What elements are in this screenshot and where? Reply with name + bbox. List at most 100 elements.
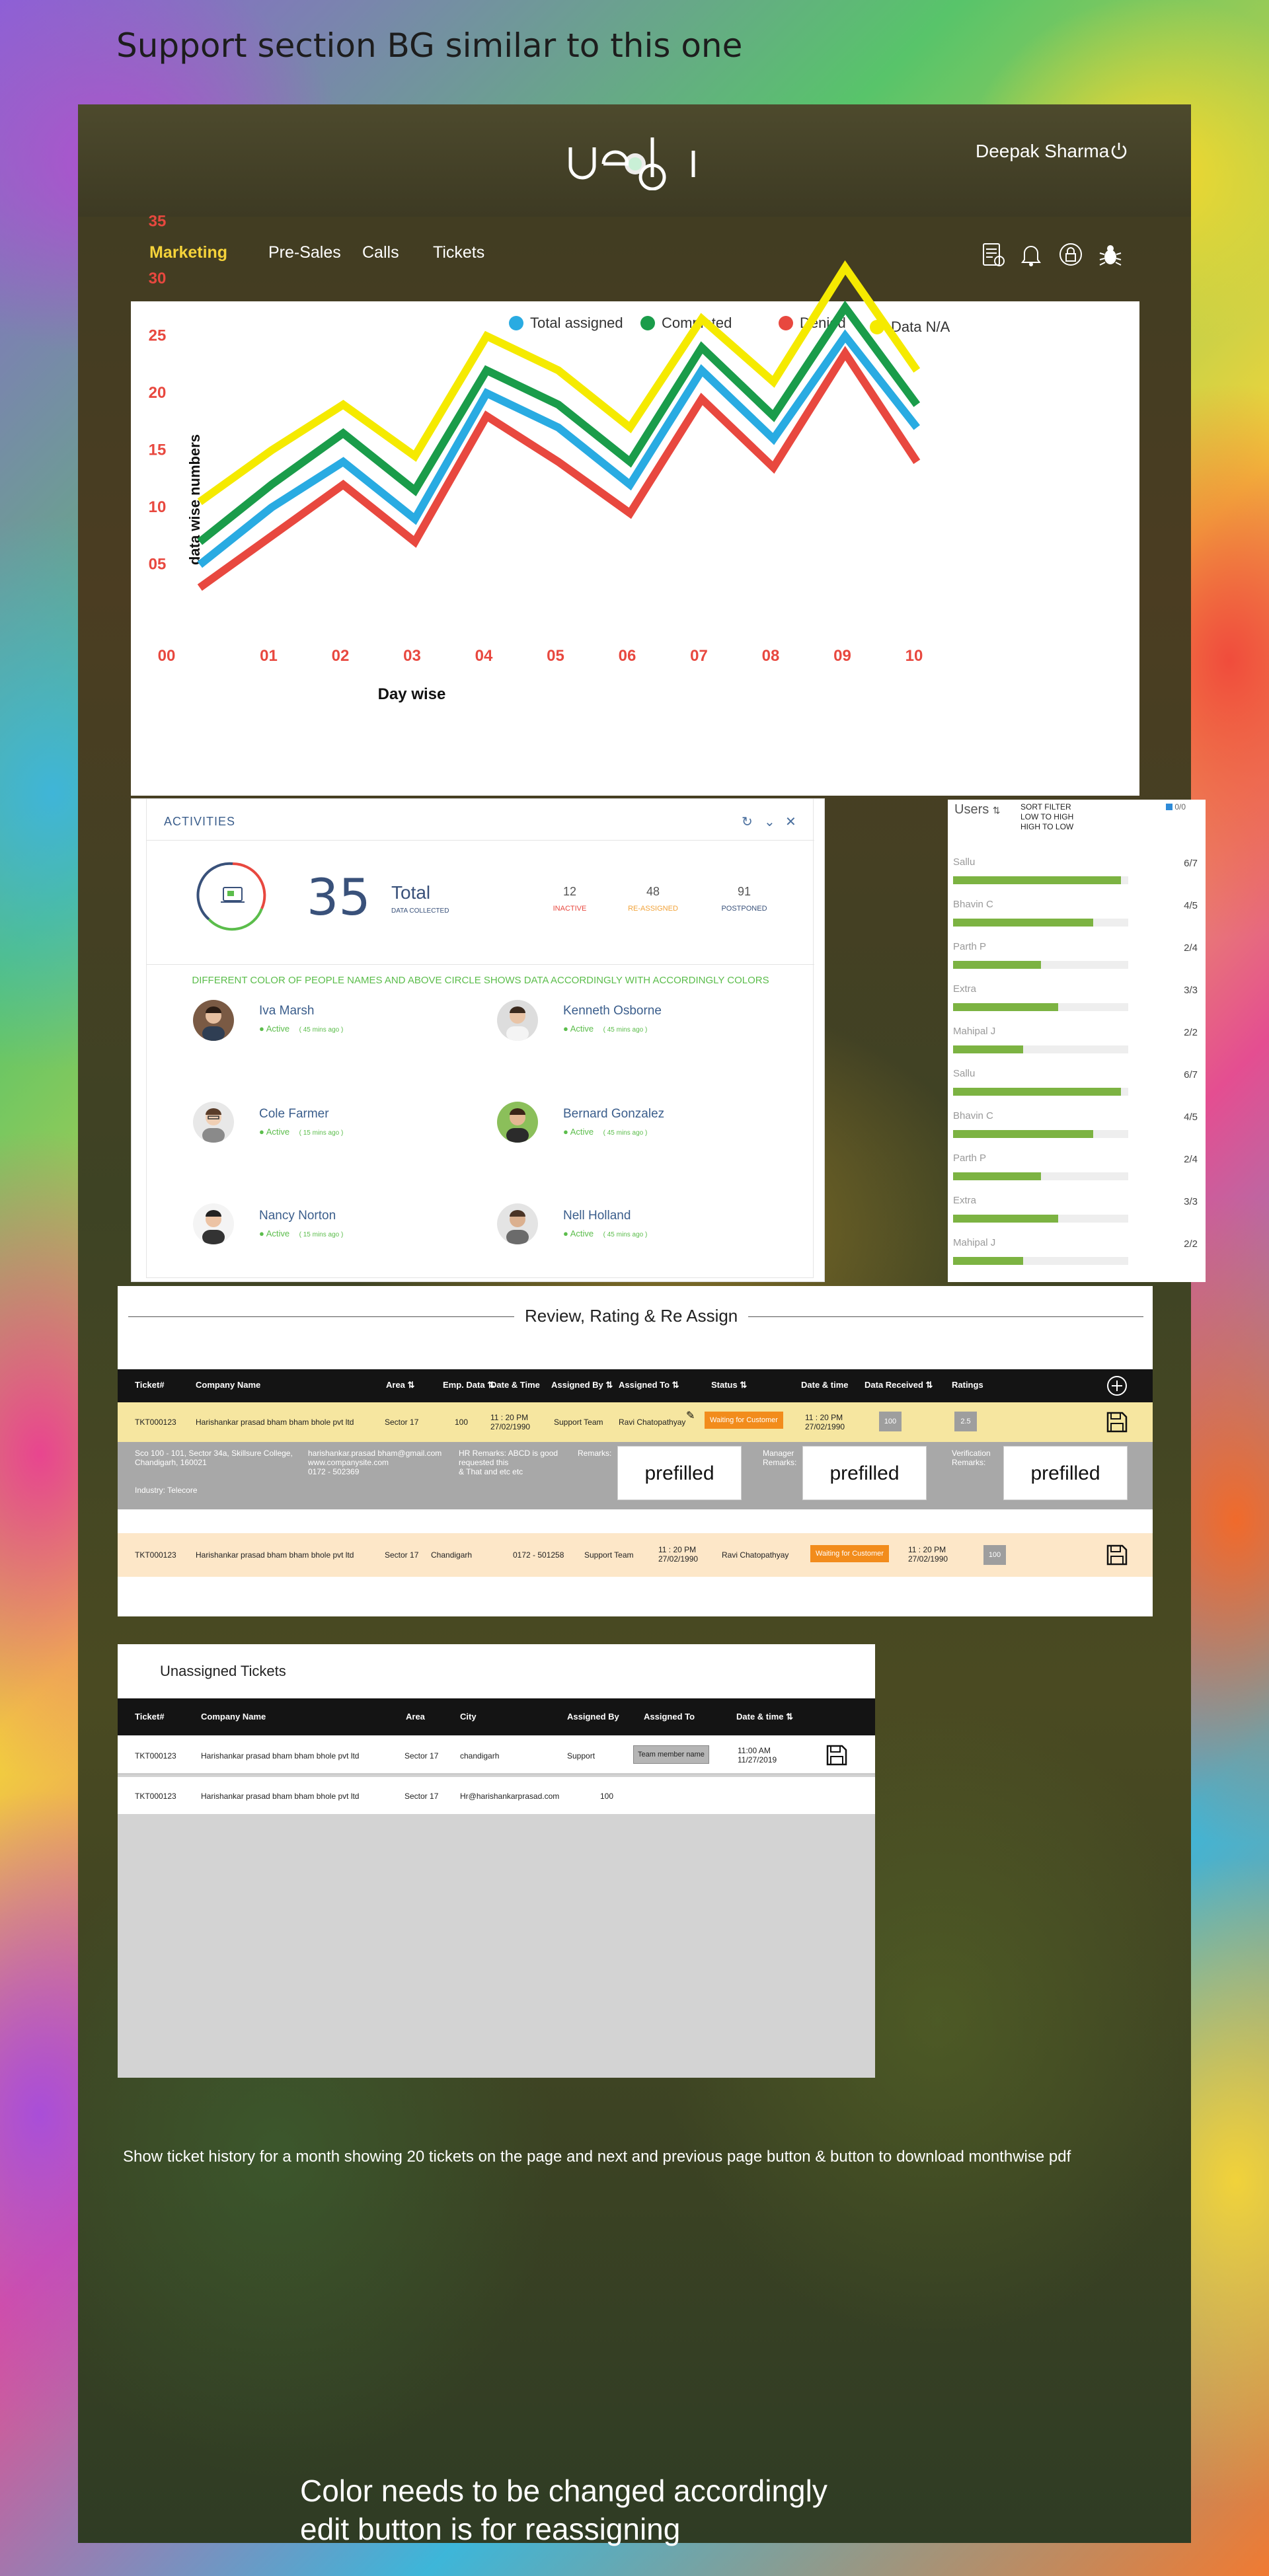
industry: Industry: Telecore (135, 1486, 198, 1495)
col-company[interactable]: Company Name (196, 1380, 260, 1390)
add-icon[interactable] (1106, 1375, 1128, 1396)
ticket-id[interactable]: TKT000123 (135, 1418, 176, 1427)
chevron-down-icon[interactable]: ⌄ (764, 814, 775, 830)
progress-fill (953, 1172, 1041, 1180)
edit-icon[interactable]: ✎ (686, 1409, 695, 1422)
person-name[interactable]: Cole Farmer (259, 1107, 329, 1121)
time: 11:00 AM (738, 1746, 771, 1755)
user-row[interactable]: Sallu 6/7 (953, 1068, 1198, 1108)
col-emp-data[interactable]: Emp. Data ⇅ (443, 1380, 494, 1390)
nav-pre-sales[interactable]: Pre-Sales (268, 243, 341, 262)
person-name[interactable]: Bernard Gonzalez (563, 1107, 664, 1121)
user-row[interactable]: Bhavin C 4/5 (953, 899, 1198, 938)
col-status[interactable]: Status ⇅ (711, 1380, 747, 1390)
person-name[interactable]: Nell Holland (563, 1209, 631, 1223)
table-row[interactable]: TKT000123 Harishankar prasad bham bham b… (118, 1402, 1153, 1442)
rating-value[interactable]: 2.5 (954, 1412, 977, 1431)
avatar[interactable] (193, 1000, 234, 1041)
col-ticket[interactable]: Ticket# (135, 1712, 165, 1722)
person-name[interactable]: Kenneth Osborne (563, 1004, 662, 1018)
status-badge[interactable]: Waiting for Customer (705, 1412, 783, 1429)
refresh-icon[interactable]: ↻ (742, 814, 753, 830)
ticket-id[interactable]: TKT000123 (135, 1792, 176, 1801)
col-data-received[interactable]: Data Received ⇅ (865, 1380, 933, 1390)
col-city[interactable]: City (460, 1712, 477, 1722)
avatar[interactable] (497, 1203, 538, 1244)
datetime-2: 11 : 20 PM 27/02/1990 (908, 1545, 948, 1564)
avatar[interactable] (497, 1000, 538, 1041)
user-row[interactable]: Extra 3/3 (953, 983, 1198, 1023)
close-icon[interactable]: ✕ (785, 814, 796, 830)
user-row[interactable]: Bhavin C 4/5 (953, 1110, 1198, 1150)
total-label: Total (391, 882, 431, 903)
verification-remarks-field[interactable]: prefilled (1003, 1446, 1128, 1500)
report-icon[interactable] (978, 240, 1007, 269)
person-name[interactable]: Iva Marsh (259, 1004, 314, 1018)
user-row[interactable]: Parth P 2/4 (953, 1153, 1198, 1192)
col-company[interactable]: Company Name (201, 1712, 266, 1722)
user-row[interactable]: Sallu 6/7 (953, 856, 1198, 896)
nav-calls[interactable]: Calls (362, 243, 399, 262)
emp-data: 100 (455, 1418, 469, 1427)
divider (147, 840, 814, 841)
col-assigned-to[interactable]: Assigned To (644, 1712, 695, 1722)
user-row[interactable]: Extra 3/3 (953, 1195, 1198, 1234)
user-row[interactable]: Parth P 2/4 (953, 941, 1198, 981)
table-row[interactable]: TKT000123 Harishankar prasad bham bham b… (118, 1777, 875, 1814)
status-text: Active (266, 1229, 290, 1238)
col-assigned-by[interactable]: Assigned By (567, 1712, 619, 1722)
bug-icon[interactable] (1096, 240, 1125, 269)
col-area[interactable]: Area (406, 1712, 425, 1722)
nav-tickets[interactable]: Tickets (433, 243, 484, 262)
legend-text: 0/0 (1174, 802, 1186, 812)
col-assigned-to[interactable]: Assigned To ⇅ (619, 1380, 679, 1390)
assign-member-select[interactable]: Team member name (633, 1745, 709, 1764)
table-row[interactable]: TKT000123 Harishankar prasad bham bham b… (118, 1533, 1153, 1577)
line-chart-card: Total assigned Completed Denied Data N/A… (131, 213, 1139, 796)
status-badge[interactable]: Waiting for Customer (810, 1545, 889, 1562)
user-name[interactable]: Deepak Sharma (976, 141, 1109, 162)
col-assigned-by[interactable]: Assigned By ⇅ (551, 1380, 613, 1390)
website: www.companysite.com (308, 1458, 389, 1467)
sort-filter[interactable]: SORT FILTER LOW TO HIGH HIGH TO LOW (1020, 802, 1073, 832)
power-icon[interactable] (1109, 141, 1129, 161)
col-area[interactable]: Area ⇅ (386, 1380, 414, 1390)
remarks-field[interactable]: prefilled (617, 1446, 742, 1500)
col-ticket[interactable]: Ticket# (135, 1380, 165, 1390)
status-text: Active (266, 1024, 290, 1034)
date: 27/02/1990 (658, 1554, 699, 1564)
assigned-to: Ravi Chatopathyay (619, 1418, 686, 1427)
table-row[interactable]: TKT000123 Harishankar prasad bham bham b… (118, 1735, 875, 1775)
save-icon[interactable] (1105, 1543, 1129, 1567)
user-row[interactable]: Mahipal J 2/2 (953, 1237, 1198, 1277)
sort-high-low[interactable]: HIGH TO LOW (1020, 822, 1073, 832)
avatar[interactable] (497, 1102, 538, 1143)
bell-icon[interactable] (1017, 240, 1046, 269)
col-date-time-2[interactable]: Date & time (801, 1380, 849, 1390)
ticket-id[interactable]: TKT000123 (135, 1550, 176, 1560)
col-date-time[interactable]: Date & time ⇅ (736, 1712, 793, 1722)
user-row-name: Sallu (953, 856, 976, 868)
avatar[interactable] (193, 1102, 234, 1143)
ticket-id[interactable]: TKT000123 (135, 1751, 176, 1761)
col-date-time[interactable]: Date & Time (490, 1380, 540, 1390)
save-icon[interactable] (1105, 1410, 1129, 1434)
ticket-detail-row: Sco 100 - 101, Sector 34a, Skillsure Col… (118, 1442, 1153, 1509)
manager-remarks-field[interactable]: prefilled (802, 1446, 927, 1500)
user-row[interactable]: Mahipal J 2/2 (953, 1026, 1198, 1065)
progress-track (953, 1215, 1128, 1223)
sort-icon[interactable]: ⇅ (993, 805, 1001, 815)
person-name[interactable]: Nancy Norton (259, 1209, 336, 1223)
sort-low-high[interactable]: LOW TO HIGH (1020, 812, 1073, 822)
col-ratings[interactable]: Ratings (952, 1380, 983, 1390)
ueibi-logo-icon[interactable]: ueibi (564, 131, 709, 190)
manager-remarks-label: Manager Remarks: (763, 1449, 796, 1467)
avatar[interactable] (193, 1203, 234, 1244)
save-icon[interactable] (825, 1743, 849, 1767)
stat-reassigned-value: 48 (646, 885, 660, 898)
nav-marketing[interactable]: Marketing (149, 243, 227, 262)
lock-icon[interactable] (1056, 240, 1085, 269)
unassigned-title: Unassigned Tickets (160, 1663, 286, 1679)
company-name: Harishankar prasad bham bham bhole pvt l… (201, 1751, 360, 1761)
user-row-name: Extra (953, 1195, 977, 1206)
